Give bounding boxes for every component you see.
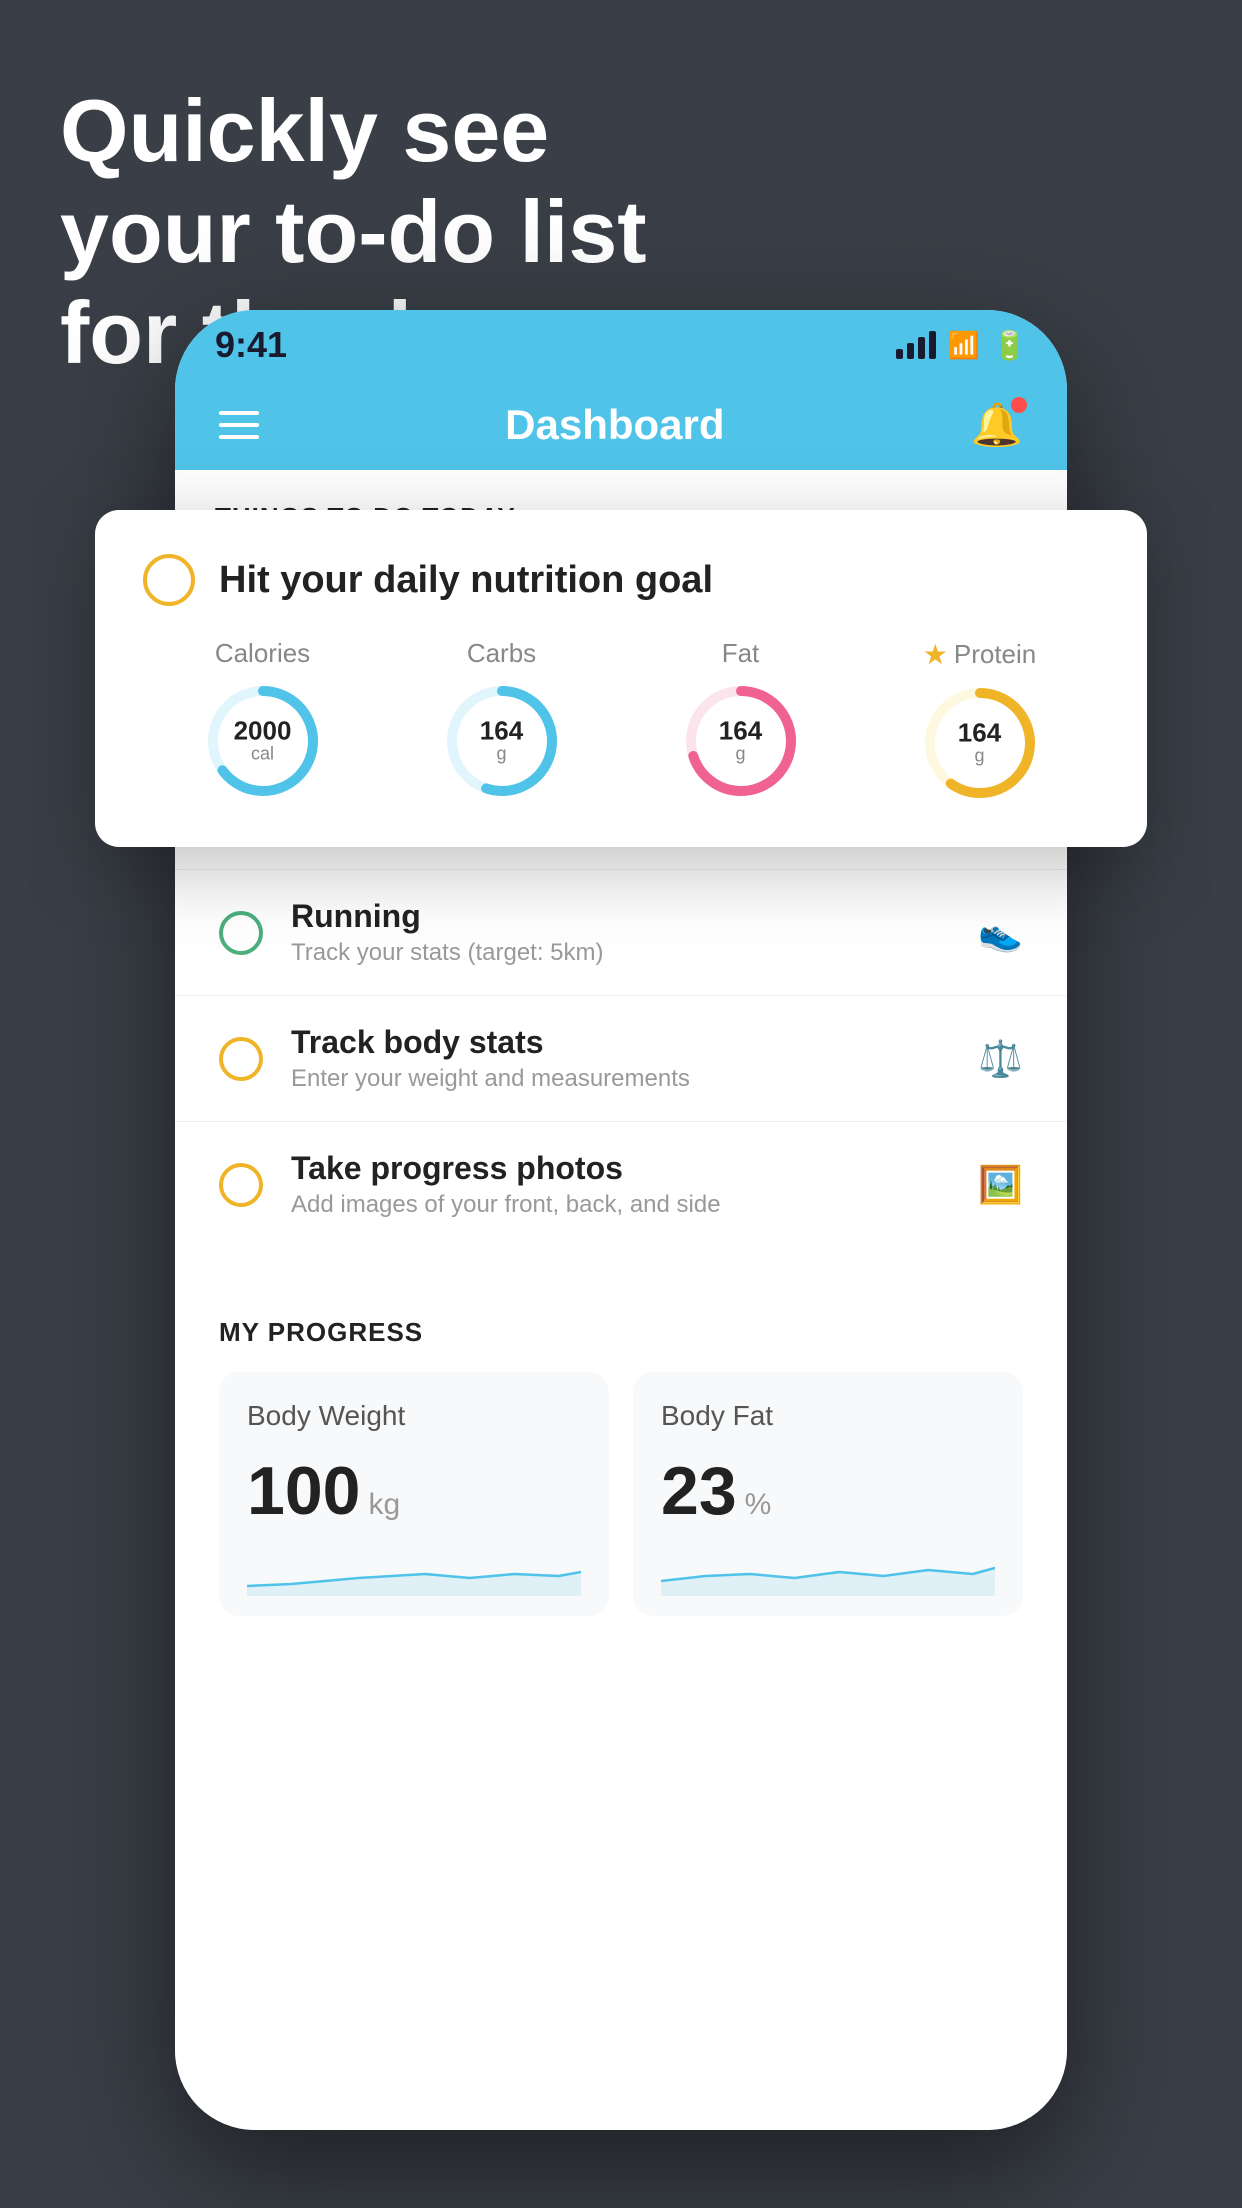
hamburger-line bbox=[219, 435, 259, 439]
running-shoe-icon: 👟 bbox=[978, 912, 1023, 954]
person-photo-icon: 🖼️ bbox=[978, 1164, 1023, 1206]
signal-bar-2 bbox=[907, 343, 914, 359]
calories-value: 2000 bbox=[234, 718, 292, 744]
nutrition-item-protein: ★ Protein 164 g bbox=[920, 638, 1040, 803]
nutrition-item-fat: Fat 164 g bbox=[681, 638, 801, 801]
protein-ring-text: 164 g bbox=[958, 720, 1001, 767]
progress-header: MY PROGRESS bbox=[219, 1317, 1023, 1348]
protein-value: 164 bbox=[958, 720, 1001, 746]
body-weight-unit: kg bbox=[368, 1488, 400, 1522]
body-fat-chart-svg bbox=[661, 1546, 995, 1596]
progress-section: MY PROGRESS Body Weight 100 kg bbox=[175, 1277, 1067, 1656]
body-weight-title: Body Weight bbox=[247, 1400, 581, 1432]
hamburger-line bbox=[219, 411, 259, 415]
todo-text-running: Running Track your stats (target: 5km) bbox=[291, 898, 950, 967]
fat-ring: 164 g bbox=[681, 681, 801, 801]
body-weight-value: 100 bbox=[247, 1452, 360, 1530]
nutrition-card-title: Hit your daily nutrition goal bbox=[219, 559, 713, 602]
body-fat-chart bbox=[661, 1546, 995, 1596]
battery-icon: 🔋 bbox=[992, 329, 1027, 362]
body-fat-value-row: 23 % bbox=[661, 1452, 995, 1530]
body-weight-value-row: 100 kg bbox=[247, 1452, 581, 1530]
carbs-ring-text: 164 g bbox=[480, 718, 523, 765]
signal-bars-icon bbox=[896, 331, 936, 359]
hamburger-line bbox=[219, 423, 259, 427]
calories-ring-text: 2000 cal bbox=[234, 718, 292, 765]
protein-label: ★ Protein bbox=[923, 638, 1037, 671]
headline-line1: Quickly see bbox=[60, 81, 549, 180]
body-weight-chart bbox=[247, 1546, 581, 1596]
fat-value: 164 bbox=[719, 718, 762, 744]
fat-ring-text: 164 g bbox=[719, 718, 762, 765]
fat-label: Fat bbox=[722, 638, 760, 669]
carbs-label: Carbs bbox=[467, 638, 536, 669]
body-weight-card[interactable]: Body Weight 100 kg bbox=[219, 1372, 609, 1616]
todo-text-photos: Take progress photos Add images of your … bbox=[291, 1150, 950, 1219]
nutrition-item-carbs: Carbs 164 g bbox=[442, 638, 562, 801]
nutrition-grid: Calories 2000 cal Carbs bbox=[143, 638, 1099, 803]
nutrition-card[interactable]: Hit your daily nutrition goal Calories 2… bbox=[95, 510, 1147, 847]
progress-cards: Body Weight 100 kg Body Fat bbox=[219, 1372, 1023, 1616]
todo-subtitle-running: Track your stats (target: 5km) bbox=[291, 939, 950, 967]
todo-item-photos[interactable]: Take progress photos Add images of your … bbox=[175, 1121, 1067, 1247]
body-weight-chart-svg bbox=[247, 1546, 581, 1596]
todo-subtitle-photos: Add images of your front, back, and side bbox=[291, 1191, 950, 1219]
nutrition-checkbox[interactable] bbox=[143, 554, 195, 606]
star-icon: ★ bbox=[923, 638, 948, 671]
todo-item-running[interactable]: Running Track your stats (target: 5km) 👟 bbox=[175, 869, 1067, 995]
signal-bar-3 bbox=[918, 337, 925, 359]
nav-title: Dashboard bbox=[505, 401, 724, 449]
protein-unit: g bbox=[974, 746, 984, 767]
body-fat-card[interactable]: Body Fat 23 % bbox=[633, 1372, 1023, 1616]
scale-icon: ⚖️ bbox=[978, 1038, 1023, 1080]
todo-checkbox-running[interactable] bbox=[219, 911, 263, 955]
status-bar: 9:41 📶 🔋 bbox=[175, 310, 1067, 380]
todo-title-body-stats: Track body stats bbox=[291, 1024, 950, 1061]
todo-title-running: Running bbox=[291, 898, 950, 935]
signal-bar-4 bbox=[929, 331, 936, 359]
todo-text-body-stats: Track body stats Enter your weight and m… bbox=[291, 1024, 950, 1093]
nav-bar: Dashboard 🔔 bbox=[175, 380, 1067, 470]
todo-subtitle-body-stats: Enter your weight and measurements bbox=[291, 1065, 950, 1093]
hamburger-menu-button[interactable] bbox=[219, 411, 259, 439]
nutrition-card-title-row: Hit your daily nutrition goal bbox=[143, 554, 1099, 606]
todo-checkbox-photos[interactable] bbox=[219, 1163, 263, 1207]
fat-unit: g bbox=[735, 744, 745, 765]
protein-ring: 164 g bbox=[920, 683, 1040, 803]
body-fat-value: 23 bbox=[661, 1452, 737, 1530]
nutrition-item-calories: Calories 2000 cal bbox=[203, 638, 323, 801]
todo-title-photos: Take progress photos bbox=[291, 1150, 950, 1187]
status-time: 9:41 bbox=[215, 324, 287, 366]
body-fat-title: Body Fat bbox=[661, 1400, 995, 1432]
carbs-unit: g bbox=[496, 744, 506, 765]
headline-line2: your to-do list bbox=[60, 182, 647, 281]
todo-item-body-stats[interactable]: Track body stats Enter your weight and m… bbox=[175, 995, 1067, 1121]
todo-checkbox-body-stats[interactable] bbox=[219, 1037, 263, 1081]
wifi-icon: 📶 bbox=[948, 330, 980, 361]
body-fat-unit: % bbox=[745, 1488, 772, 1522]
carbs-ring: 164 g bbox=[442, 681, 562, 801]
calories-ring: 2000 cal bbox=[203, 681, 323, 801]
status-icons: 📶 🔋 bbox=[896, 329, 1027, 362]
signal-bar-1 bbox=[896, 349, 903, 359]
calories-unit: cal bbox=[251, 744, 274, 765]
carbs-value: 164 bbox=[480, 718, 523, 744]
calories-label: Calories bbox=[215, 638, 310, 669]
notification-bell-button[interactable]: 🔔 bbox=[971, 401, 1023, 450]
protein-label-text: Protein bbox=[954, 639, 1036, 670]
notification-dot bbox=[1011, 397, 1027, 413]
